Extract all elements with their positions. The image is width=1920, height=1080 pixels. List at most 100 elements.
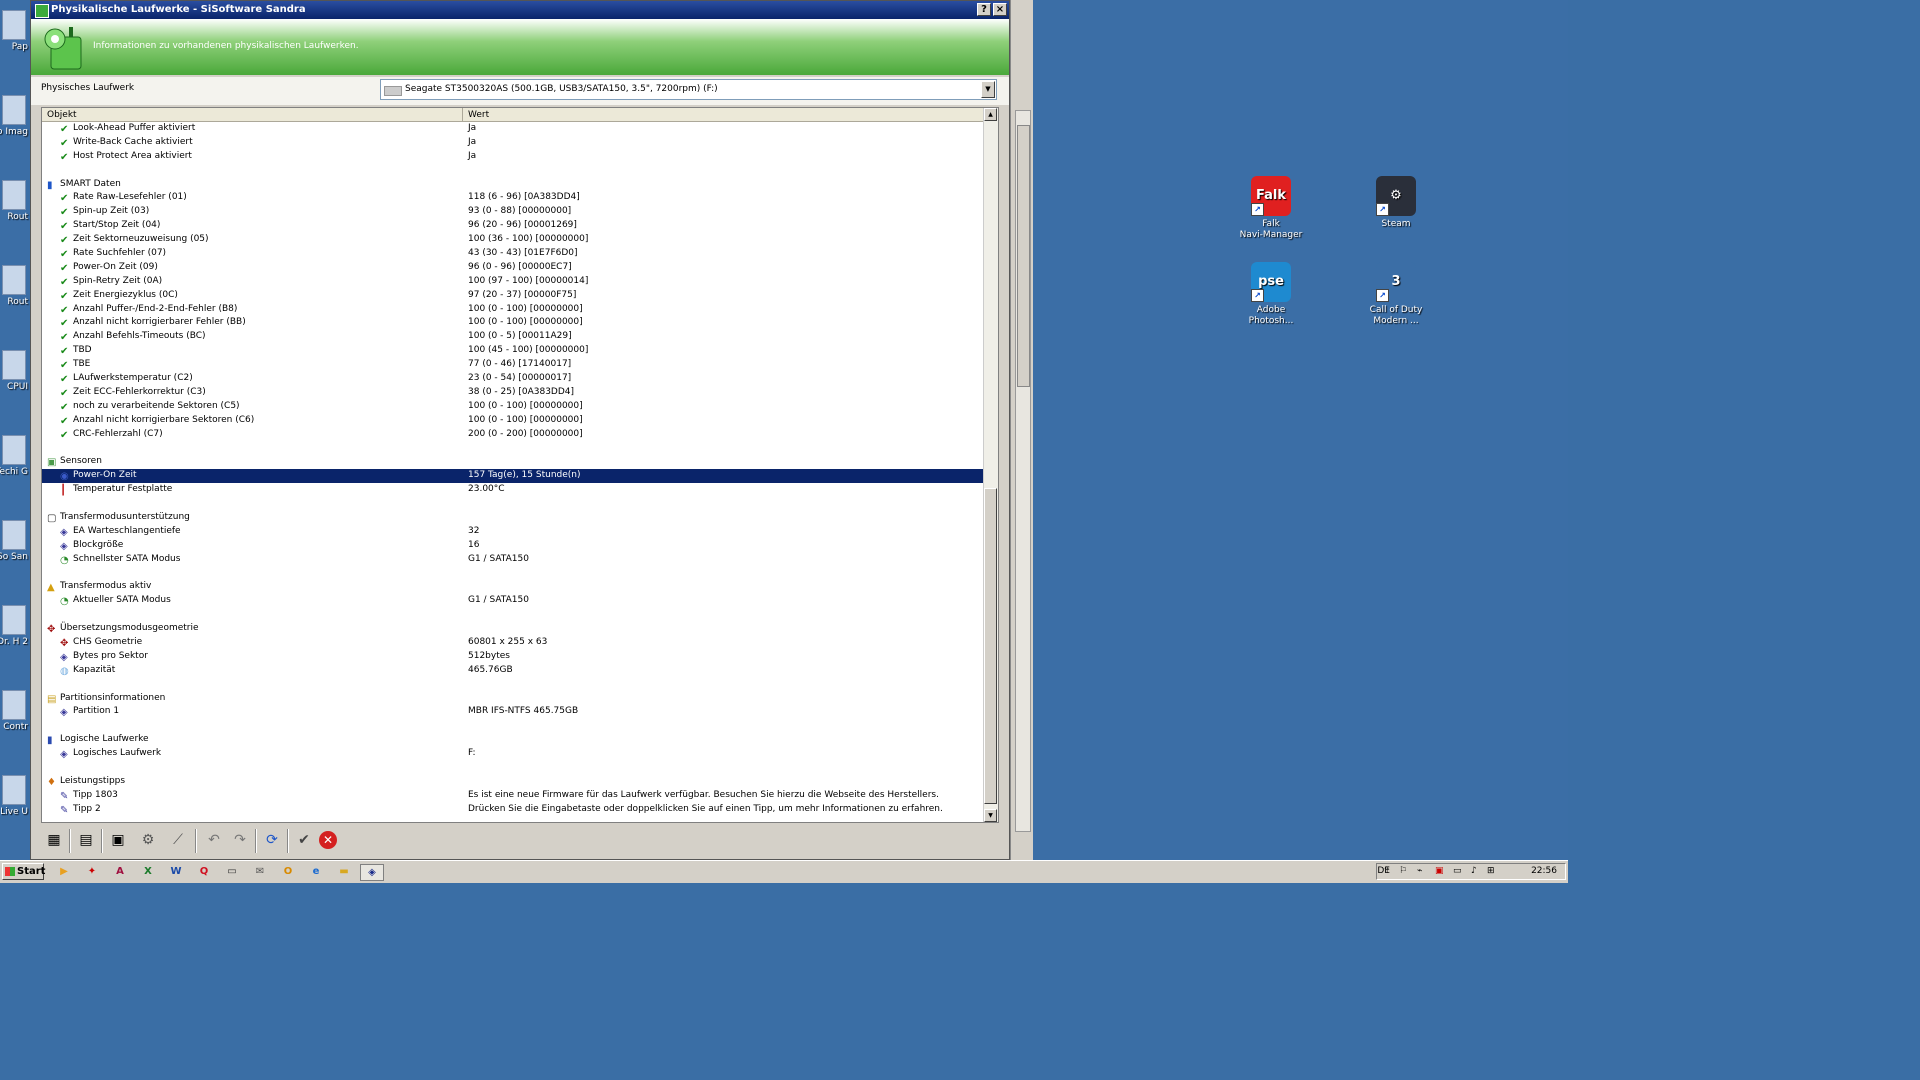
close-button[interactable]: × [993, 3, 1007, 16]
desktop-shortcut[interactable]: Pap [0, 10, 30, 80]
terminal-icon[interactable]: ▭ [224, 864, 240, 879]
q-icon[interactable]: Q [196, 864, 212, 879]
list-item[interactable]: ✔ Spin-up Zeit (03) 93 (0 - 88) [00000000] [42, 205, 985, 219]
desktop-shortcut[interactable]: Acro Imag [0, 95, 30, 165]
list-group-header[interactable]: ▣ Sensoren [42, 455, 985, 469]
scroll-thumb[interactable] [984, 488, 997, 804]
list-item[interactable]: ✔ Write-Back Cache aktiviert Ja [42, 136, 985, 150]
list-item[interactable]: ✔ TBD 100 (45 - 100) [00000000] [42, 344, 985, 358]
list-item[interactable]: ✔ Rate Suchfehler (07) 43 (30 - 43) [01E7F… [42, 247, 985, 261]
tray-expand-icon[interactable]: ⇧ [1383, 866, 1391, 876]
desktop-shortcut[interactable]: SiSo San [0, 520, 30, 590]
outlook-icon[interactable]: O [280, 864, 296, 879]
list-item[interactable]: ✔ Power-On Zeit (09) 96 (0 - 96) [00000EC7… [42, 261, 985, 275]
list-item[interactable]: ◈ Blockgröße 16 [42, 539, 985, 553]
list-item[interactable]: ◈ Logisches Laufwerk F: [42, 747, 985, 761]
antivirus-tray-icon[interactable]: ▣ [1435, 866, 1444, 876]
desktop-shortcut[interactable]: Techi G [0, 435, 30, 505]
list-item[interactable]: ✔ Rate Raw-Lesefehler (01) 118 (6 - 96) [0… [42, 191, 985, 205]
list-item[interactable]: ◍ Kapazität 465.76GB [42, 664, 985, 678]
word-icon[interactable]: W [168, 864, 184, 879]
list-item[interactable]: ✔ Anzahl nicht korrigierbare Sektoren (C6… [42, 414, 985, 428]
list-item[interactable]: ✔ Zeit Energiezyklus (0C) 97 (20 - 37) [00… [42, 289, 985, 303]
scroll-down-button[interactable]: ▼ [984, 809, 997, 822]
desktop-shortcut[interactable]: CPUI [0, 350, 30, 420]
info-list[interactable]: Objekt Wert ✔ Look-Ahead Puffer aktiviert… [41, 107, 999, 823]
column-header-objekt[interactable]: Objekt [42, 108, 463, 121]
desktop-shortcut[interactable]: Rout [0, 265, 30, 335]
ie-icon[interactable]: e [308, 864, 324, 879]
column-header-wert[interactable]: Wert [463, 108, 985, 121]
list-scrollbar[interactable]: ▲ ▼ [983, 108, 998, 822]
list-item[interactable]: ✔ Anzahl Puffer-/End-2-End-Fehler (B8) 100… [42, 303, 985, 317]
lan-tray-icon[interactable]: ⊞ [1487, 866, 1495, 876]
help-button[interactable]: ? [977, 3, 991, 16]
list-item[interactable]: ◈ Bytes pro Sektor 512bytes [42, 650, 985, 664]
list-group-header[interactable]: ♦ Leistungstipps [42, 775, 985, 789]
list-item[interactable]: ◔ Schnellster SATA Modus G1 / SATA150 [42, 553, 985, 567]
list-group-header[interactable]: ▮ Logische Laufwerke [42, 733, 985, 747]
list-group-header[interactable]: ▲ Transfermodus aktiv [42, 580, 985, 594]
desktop-shortcut[interactable]: pse ↗ Adobe Photosh... [1226, 262, 1316, 327]
list-item[interactable]: ✔ Anzahl Befehls-Timeouts (BC) 100 (0 - 5)… [42, 330, 985, 344]
mail-icon[interactable]: ✉ [252, 864, 268, 879]
title-bar[interactable]: Physikalische Laufwerke - SiSoftware San… [31, 1, 1009, 19]
network-tray-icon[interactable]: ⌁ [1417, 866, 1422, 876]
list-item[interactable]: ✎ Tipp 1803 Es ist eine neue Firmware für … [42, 789, 985, 803]
scroll-thumb[interactable] [1017, 125, 1030, 387]
list-item[interactable]: ✔ Host Protect Area aktiviert Ja [42, 150, 985, 164]
copy-icon[interactable]: ▤ [75, 829, 97, 851]
volume-tray-icon[interactable]: ♪ [1471, 866, 1477, 876]
report-icon[interactable]: ▦ [43, 829, 65, 851]
list-item[interactable]: ✥ CHS Geometrie 60801 x 255 x 63 [42, 636, 985, 650]
forward-icon[interactable]: ↷ [229, 829, 251, 851]
list-group-header[interactable]: ▤ Partitionsinformationen [42, 692, 985, 706]
scroll-up-button[interactable]: ▲ [984, 108, 997, 121]
list-item[interactable]: ✔ TBE 77 (0 - 46) [17140017] [42, 358, 985, 372]
save-icon[interactable]: ▣ [107, 829, 129, 851]
list-item[interactable]: ✔ Anzahl nicht korrigierbarer Fehler (BB)… [42, 316, 985, 330]
background-scrollbar[interactable] [1015, 110, 1031, 832]
list-item[interactable]: ┃ Temperatur Festplatte 23.00°C [42, 483, 985, 497]
list-item[interactable]: ✔ Spin-Retry Zeit (0A) 100 (97 - 100) [000… [42, 275, 985, 289]
list-item[interactable]: ◈ EA Warteschlangentiefe 32 [42, 525, 985, 539]
acrobat-icon[interactable]: ✦ [84, 864, 100, 879]
desktop-shortcut[interactable]: Contr [0, 690, 30, 760]
list-item[interactable]: ✔ noch zu verarbeitende Sektoren (C5) 100 … [42, 400, 985, 414]
desktop-shortcut[interactable]: Rout [0, 180, 30, 250]
list-item[interactable]: ✔ LAufwerkstemperatur (C2) 23 (0 - 54) [00… [42, 372, 985, 386]
clock[interactable]: 22:56 [1531, 866, 1557, 876]
desktop-shortcut[interactable]: Live U [0, 775, 30, 845]
desktop-shortcut[interactable]: Dr. H 2 [0, 605, 30, 675]
back-icon[interactable]: ↶ [203, 829, 225, 851]
list-item[interactable]: ✔ Start/Stop Zeit (04) 96 (20 - 96) [00001… [42, 219, 985, 233]
desktop-shortcut[interactable]: Falk ↗ Falk Navi-Manager [1226, 176, 1316, 241]
desktop-shortcut[interactable]: ⚙ ↗ Steam [1351, 176, 1441, 230]
folder-icon[interactable]: ▬ [336, 864, 352, 879]
chevron-down-icon[interactable]: ▼ [981, 81, 995, 98]
excel-icon[interactable]: X [140, 864, 156, 879]
list-item[interactable]: ✔ CRC-Fehlerzahl (C7) 200 (0 - 200) [00000… [42, 428, 985, 442]
refresh-icon[interactable]: ⟳ [261, 829, 283, 851]
cancel-icon[interactable]: ✕ [319, 831, 337, 849]
list-item[interactable]: ◔ Aktueller SATA Modus G1 / SATA150 [42, 594, 985, 608]
list-item[interactable]: ◉ Power-On Zeit 157 Tag(e), 15 Stunde(n) [42, 469, 985, 484]
ok-check-icon[interactable]: ✔ [293, 829, 315, 851]
list-group-header[interactable]: ▮ SMART Daten [42, 178, 985, 192]
list-item[interactable]: ✔ Zeit Sektorneuzuweisung (05) 100 (36 - 1… [42, 233, 985, 247]
options-icon[interactable]: ⚙ [137, 829, 159, 851]
access-icon[interactable]: A [112, 864, 128, 879]
flag-tray-icon[interactable]: ⚐ [1399, 866, 1407, 876]
list-item[interactable]: ✎ Tipp 2 Drücken Sie die Eingabetaste oder… [42, 803, 985, 817]
desktop-shortcut[interactable]: 3 ↗ Call of Duty Modern ... [1351, 262, 1441, 327]
drive-select[interactable]: Seagate ST3500320AS (500.1GB, USB3/SATA1… [380, 79, 997, 100]
list-group-header[interactable]: ▢ Transfermodusunterstützung [42, 511, 985, 525]
display-tray-icon[interactable]: ▭ [1453, 866, 1462, 876]
list-item[interactable]: ✔ Look-Ahead Puffer aktiviert Ja [42, 122, 985, 136]
media-player-icon[interactable]: ▶ [56, 864, 72, 879]
list-item[interactable]: ✔ Zeit ECC-Fehlerkorrektur (C3) 38 (0 - 25… [42, 386, 985, 400]
chart-icon[interactable]: ⟋ [167, 829, 189, 851]
list-item[interactable]: ◈ Partition 1 MBR IFS-NTFS 465.75GB [42, 705, 985, 719]
sandra-task-button[interactable]: ◈ [360, 864, 384, 881]
list-group-header[interactable]: ✥ Übersetzungsmodusgeometrie [42, 622, 985, 636]
